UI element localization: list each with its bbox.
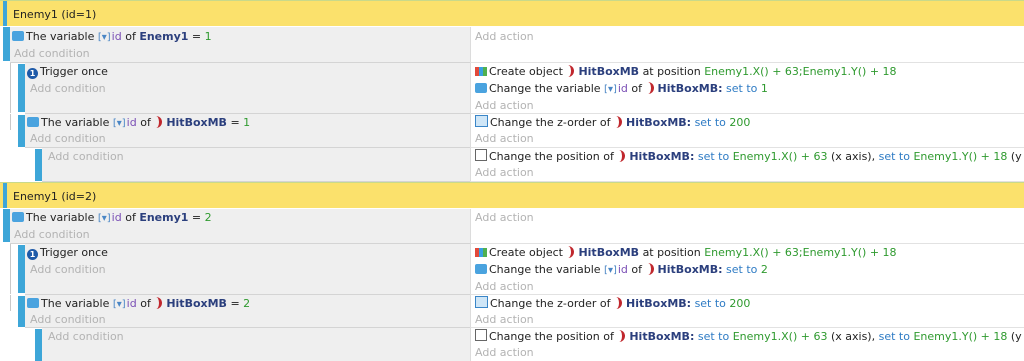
bracket-icon: [▾] <box>112 299 126 310</box>
hitbox-object-icon <box>568 246 575 258</box>
hitbox-object-icon <box>648 263 654 275</box>
add-action-link[interactable]: Add action <box>475 98 534 114</box>
group-accent-bar <box>3 183 7 208</box>
condition-panel: Add condition <box>42 328 470 361</box>
tree-connector <box>10 295 11 311</box>
add-condition-link[interactable]: Add condition <box>14 46 90 62</box>
action-panel: Change the z-order of HitBoxMB: set to 2… <box>470 295 1024 328</box>
group-accent-bar <box>3 1 7 26</box>
condition-panel: 1 Trigger once Add condition <box>25 244 470 295</box>
condition-panel: 1 Trigger once Add condition <box>25 63 470 114</box>
trigger-once-icon: 1 <box>27 68 38 79</box>
action-change-variable[interactable]: Change the variable [▾]id of HitBoxMB: s… <box>475 262 768 278</box>
action-panel: Add action <box>470 27 1024 63</box>
bracket-icon: [▾] <box>112 118 126 129</box>
condition-panel: The variable [▾]id of Enemy1 = 2 Add con… <box>10 209 470 244</box>
z-order-icon <box>475 296 488 308</box>
condition-panel: The variable [▾]id of HitBoxMB = 1 Add c… <box>25 114 470 148</box>
add-condition-link[interactable]: Add condition <box>30 312 106 328</box>
variable-icon <box>27 298 39 308</box>
tree-connector <box>10 63 11 113</box>
add-condition-link[interactable]: Add condition <box>48 329 124 345</box>
action-change-variable[interactable]: Change the variable [▾]id of HitBoxMB: s… <box>475 81 768 97</box>
group-title: Enemy1 (id=1) <box>13 8 97 21</box>
condition-trigger-once[interactable]: 1 Trigger once <box>27 245 108 261</box>
add-condition-link[interactable]: Add condition <box>48 149 124 165</box>
add-action-link[interactable]: Add action <box>475 29 534 45</box>
action-panel: Create object HitBoxMB at position Enemy… <box>470 63 1024 114</box>
action-panel: Add action <box>470 209 1024 244</box>
event-bar[interactable] <box>18 296 25 327</box>
action-change-zorder[interactable]: Change the z-order of HitBoxMB: set to 2… <box>475 115 750 131</box>
event-group-header[interactable]: Enemy1 (id=1) <box>0 0 1024 26</box>
trigger-once-icon: 1 <box>27 249 38 260</box>
add-condition-link[interactable]: Add condition <box>30 131 106 147</box>
condition-panel: Add condition <box>42 148 470 182</box>
hitbox-object-icon <box>648 82 654 94</box>
hitbox-object-icon <box>568 65 575 77</box>
condition-variable[interactable]: The variable [▾]id of HitBoxMB = 1 <box>27 115 250 131</box>
condition-panel: The variable [▾]id of HitBoxMB = 2 Add c… <box>25 295 470 328</box>
action-create-object[interactable]: Create object HitBoxMB at position Enemy… <box>475 64 897 80</box>
z-order-icon <box>475 115 488 127</box>
event-bar[interactable] <box>35 149 42 181</box>
add-action-link[interactable]: Add action <box>475 210 534 226</box>
action-panel: Create object HitBoxMB at position Enemy… <box>470 244 1024 295</box>
variable-icon <box>475 83 487 93</box>
position-icon <box>475 149 487 161</box>
add-action-link[interactable]: Add action <box>475 131 534 147</box>
action-change-position[interactable]: Change the position of HitBoxMB: set to … <box>475 149 1024 165</box>
condition-variable[interactable]: The variable [▾]id of Enemy1 = 1 <box>12 29 212 45</box>
action-change-position[interactable]: Change the position of HitBoxMB: set to … <box>475 329 1024 345</box>
hitbox-object-icon <box>616 297 623 309</box>
event-group-header[interactable]: Enemy1 (id=2) <box>0 182 1024 208</box>
hitbox-object-icon <box>156 116 163 128</box>
condition-variable[interactable]: The variable [▾]id of Enemy1 = 2 <box>12 210 212 226</box>
add-condition-link[interactable]: Add condition <box>30 262 106 278</box>
bracket-icon: [▾] <box>604 84 617 95</box>
variable-icon <box>27 117 39 127</box>
create-object-icon <box>475 248 487 257</box>
condition-trigger-once[interactable]: 1 Trigger once <box>27 64 108 80</box>
add-action-link[interactable]: Add action <box>475 279 534 295</box>
hitbox-object-icon <box>619 330 626 342</box>
variable-icon <box>12 31 24 41</box>
add-condition-link[interactable]: Add condition <box>14 227 90 243</box>
group-title: Enemy1 (id=2) <box>13 190 97 203</box>
bracket-icon: [▾] <box>604 265 617 276</box>
bracket-icon: [▾] <box>97 32 111 43</box>
event-bar[interactable] <box>18 245 25 293</box>
action-change-zorder[interactable]: Change the z-order of HitBoxMB: set to 2… <box>475 296 750 312</box>
action-panel: Change the z-order of HitBoxMB: set to 2… <box>470 114 1024 148</box>
variable-icon <box>12 212 24 222</box>
condition-variable[interactable]: The variable [▾]id of HitBoxMB = 2 <box>27 296 250 312</box>
add-action-link[interactable]: Add action <box>475 345 534 361</box>
bracket-icon: [▾] <box>97 213 111 224</box>
add-condition-link[interactable]: Add condition <box>30 81 106 97</box>
hitbox-object-icon <box>616 116 623 128</box>
position-icon <box>475 329 487 341</box>
action-panel: Change the position of HitBoxMB: set to … <box>470 328 1024 361</box>
event-bar[interactable] <box>18 64 25 112</box>
hitbox-object-icon <box>156 297 163 309</box>
add-action-link[interactable]: Add action <box>475 312 534 328</box>
tree-connector <box>10 244 11 294</box>
action-panel: Change the position of HitBoxMB: set to … <box>470 148 1024 182</box>
event-bar[interactable] <box>3 209 10 242</box>
create-object-icon <box>475 67 487 76</box>
action-create-object[interactable]: Create object HitBoxMB at position Enemy… <box>475 245 897 261</box>
event-bar[interactable] <box>18 115 25 147</box>
event-bar[interactable] <box>3 27 10 61</box>
event-bar[interactable] <box>35 329 42 361</box>
hitbox-object-icon <box>619 150 626 162</box>
tree-connector <box>10 114 11 130</box>
condition-panel: The variable [▾]id of Enemy1 = 1 Add con… <box>10 27 470 63</box>
add-action-link[interactable]: Add action <box>475 165 534 181</box>
variable-icon <box>475 264 487 274</box>
